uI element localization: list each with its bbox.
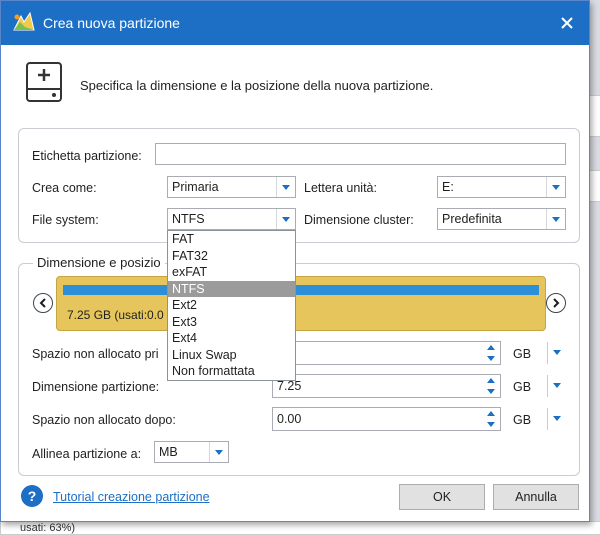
spin-down-icon[interactable] xyxy=(487,356,495,361)
file-system-option[interactable]: FAT32 xyxy=(168,248,295,265)
drive-letter-label: Lettera unità: xyxy=(304,181,377,195)
chevron-right-icon xyxy=(553,298,560,308)
chevron-down-icon xyxy=(215,449,223,455)
partition-bar-text: 7.25 GB (usati:0.0 xyxy=(67,308,164,322)
cancel-button[interactable]: Annulla xyxy=(493,484,579,510)
file-system-option[interactable]: Ext3 xyxy=(168,314,295,331)
unalloc-before-unit-dropdown[interactable] xyxy=(553,350,561,355)
close-icon xyxy=(561,17,573,29)
chevron-left-icon xyxy=(39,298,46,308)
file-system-option[interactable]: Non formattata xyxy=(168,363,295,380)
spin-down-icon[interactable] xyxy=(487,389,495,394)
file-system-option[interactable]: exFAT xyxy=(168,264,295,281)
create-as-value: Primaria xyxy=(172,180,219,194)
partition-size-label: Dimensione partizione: xyxy=(32,380,160,394)
create-as-select[interactable]: Primaria xyxy=(167,176,296,198)
partition-size-unit-dropdown[interactable] xyxy=(553,383,561,388)
unalloc-before-unit: GB xyxy=(513,347,532,361)
align-select[interactable]: MB xyxy=(154,441,229,463)
unalloc-before-input[interactable]: 0 xyxy=(272,341,501,365)
file-system-value: NTFS xyxy=(172,212,205,226)
unalloc-before-label: Spazio non allocato pri xyxy=(32,347,159,361)
spin-up-icon[interactable] xyxy=(487,345,495,350)
drive-letter-dropdown-button[interactable] xyxy=(546,177,565,197)
file-system-option[interactable]: Ext2 xyxy=(168,297,295,314)
create-as-dropdown-button[interactable] xyxy=(276,177,295,197)
chevron-down-icon xyxy=(553,383,561,388)
unalloc-after-label: Spazio non allocato dopo: xyxy=(32,413,176,427)
chevron-down-icon xyxy=(553,416,561,421)
align-dropdown-button[interactable] xyxy=(209,442,228,462)
chevron-down-icon xyxy=(553,350,561,355)
cluster-size-label: Dimensione cluster: xyxy=(304,213,414,227)
partition-used-bar xyxy=(63,285,539,295)
chevron-down-icon xyxy=(552,216,560,222)
tutorial-link[interactable]: Tutorial creazione partizione xyxy=(53,490,210,504)
spin-up-icon[interactable] xyxy=(487,411,495,416)
new-partition-icon xyxy=(23,61,65,105)
file-system-dropdown-button[interactable] xyxy=(276,209,295,229)
chevron-down-icon xyxy=(282,216,290,222)
size-position-legend: Dimensione e posizio xyxy=(33,255,165,270)
background-peek-text: usati: 63%) xyxy=(20,522,76,534)
unalloc-after-spinner[interactable] xyxy=(482,408,500,430)
file-system-option[interactable]: Ext4 xyxy=(168,330,295,347)
drive-letter-select[interactable]: E: xyxy=(437,176,566,198)
close-button[interactable] xyxy=(545,1,589,45)
partition-size-unit: GB xyxy=(513,380,532,394)
spin-up-icon[interactable] xyxy=(487,378,495,383)
unit-separator xyxy=(547,408,548,430)
help-icon[interactable]: ? xyxy=(21,485,43,507)
spin-down-icon[interactable] xyxy=(487,422,495,427)
unalloc-after-unit-dropdown[interactable] xyxy=(553,416,561,421)
title-bar: Crea nuova partizione xyxy=(1,1,589,45)
cluster-size-dropdown-button[interactable] xyxy=(546,209,565,229)
unit-separator xyxy=(547,342,548,364)
unalloc-after-value: 0.00 xyxy=(277,412,302,426)
file-system-option[interactable]: Linux Swap xyxy=(168,347,295,364)
partition-size-value: 7.25 xyxy=(277,379,302,393)
app-logo-icon xyxy=(11,10,37,36)
file-system-option[interactable]: FAT xyxy=(168,231,295,248)
partition-label-label: Etichetta partizione: xyxy=(32,149,142,163)
align-value: MB xyxy=(159,445,178,459)
move-right-button[interactable] xyxy=(546,293,566,313)
move-left-button[interactable] xyxy=(33,293,53,313)
file-system-option[interactable]: NTFS xyxy=(168,280,295,297)
align-label: Allinea partizione a: xyxy=(32,447,142,461)
create-partition-dialog: Crea nuova partizione Specifica la dimen… xyxy=(0,0,590,522)
unit-separator xyxy=(547,375,548,397)
cluster-size-select[interactable]: Predefinita xyxy=(437,208,566,230)
partition-size-input[interactable]: 7.25 xyxy=(272,374,501,398)
chevron-down-icon xyxy=(282,184,290,190)
cluster-size-value: Predefinita xyxy=(442,212,502,226)
ok-button[interactable]: OK xyxy=(399,484,485,510)
file-system-dropdown-list: FAT FAT32 exFAT NTFS Ext2 Ext3 Ext4 Linux Swap N… xyxy=(167,230,296,381)
instruction-text: Specifica la dimensione e la posizione d… xyxy=(80,78,434,93)
partition-bar[interactable]: 7.25 GB (usati:0.0 xyxy=(56,276,546,331)
chevron-down-icon xyxy=(552,184,560,190)
unalloc-after-unit: GB xyxy=(513,413,532,427)
unalloc-before-spinner[interactable] xyxy=(482,342,500,364)
dialog-title: Crea nuova partizione xyxy=(43,15,180,31)
partition-label-input[interactable] xyxy=(155,143,566,165)
create-as-label: Crea come: xyxy=(32,181,97,195)
file-system-label: File system: xyxy=(32,213,99,227)
file-system-select[interactable]: NTFS xyxy=(167,208,296,230)
drive-letter-value: E: xyxy=(442,180,454,194)
background-window-strip-bottom xyxy=(0,521,600,535)
partition-size-spinner[interactable] xyxy=(482,375,500,397)
unalloc-after-input[interactable]: 0.00 xyxy=(272,407,501,431)
